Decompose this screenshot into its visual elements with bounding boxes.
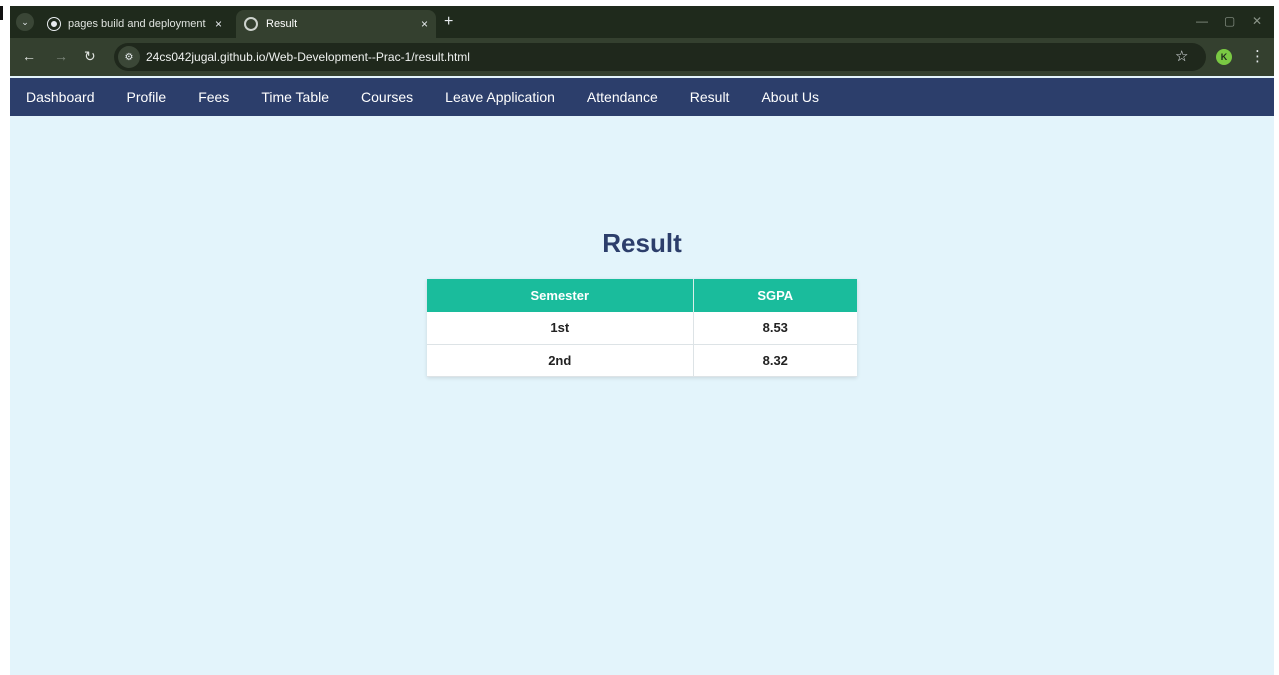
tab-strip: ⌄ pages build and deployment · × Result …	[10, 6, 1274, 38]
close-icon[interactable]: ×	[421, 17, 428, 31]
close-window-icon[interactable]: ✕	[1252, 14, 1262, 28]
site-settings-icon[interactable]: ⚙	[118, 46, 140, 68]
semester-cell: 1st	[427, 312, 694, 345]
restore-icon[interactable]: ▢	[1224, 14, 1235, 28]
nav-attendance[interactable]: Attendance	[571, 89, 674, 105]
nav-time-table[interactable]: Time Table	[245, 89, 345, 105]
table-row: 2nd 8.32	[427, 344, 857, 377]
column-header-semester: Semester	[427, 279, 694, 312]
menu-kebab-icon[interactable]: ⋮	[1250, 47, 1265, 65]
new-tab-button[interactable]: +	[444, 13, 453, 31]
window-edge-marker	[0, 6, 3, 20]
table-header-row: Semester SGPA	[427, 279, 857, 312]
semester-cell: 2nd	[427, 344, 694, 377]
address-bar[interactable]: ⚙ 24cs042jugal.github.io/Web-Development…	[114, 43, 1206, 71]
nav-result[interactable]: Result	[674, 89, 746, 105]
page-title: Result	[602, 228, 682, 258]
profile-avatar[interactable]: K	[1216, 49, 1232, 65]
bookmark-star-icon[interactable]: ☆	[1175, 47, 1188, 65]
nav-courses[interactable]: Courses	[345, 89, 429, 105]
nav-dashboard[interactable]: Dashboard	[10, 89, 111, 105]
forward-arrow-icon[interactable]: →	[54, 48, 68, 64]
nav-fees[interactable]: Fees	[182, 89, 245, 105]
tab-pages-build[interactable]: pages build and deployment · ×	[40, 10, 230, 38]
reload-icon[interactable]: ↻	[84, 48, 96, 65]
sgpa-cell: 8.53	[693, 312, 857, 345]
sgpa-cell: 8.32	[693, 344, 857, 377]
globe-icon	[244, 17, 258, 31]
close-icon[interactable]: ×	[215, 17, 222, 31]
nav-profile[interactable]: Profile	[111, 89, 183, 105]
tab-title: pages build and deployment ·	[68, 18, 209, 30]
minimize-icon[interactable]: —	[1196, 14, 1208, 28]
back-arrow-icon[interactable]: ←	[22, 48, 36, 64]
column-header-sgpa: SGPA	[693, 279, 857, 312]
url-text[interactable]: 24cs042jugal.github.io/Web-Development--…	[146, 50, 470, 64]
browser-toolbar: ← → ↻ ⚙ 24cs042jugal.github.io/Web-Devel…	[10, 38, 1274, 76]
site-navbar: Dashboard Profile Fees Time Table Course…	[10, 78, 1274, 116]
table-row: 1st 8.53	[427, 312, 857, 345]
github-icon	[48, 18, 60, 30]
result-table: Semester SGPA 1st 8.53 2nd 8.32	[427, 279, 857, 377]
tab-search-icon[interactable]: ⌄	[16, 13, 34, 31]
nav-leave-application[interactable]: Leave Application	[429, 89, 571, 105]
nav-about-us[interactable]: About Us	[745, 89, 835, 105]
browser-window: ⌄ pages build and deployment · × Result …	[10, 6, 1274, 675]
tab-title: Result	[266, 18, 298, 30]
tab-result[interactable]: Result ×	[236, 10, 436, 38]
